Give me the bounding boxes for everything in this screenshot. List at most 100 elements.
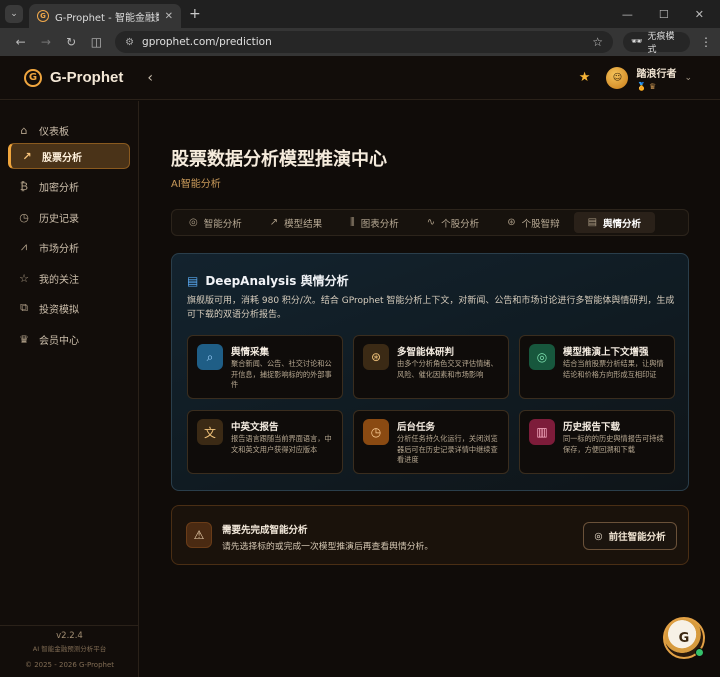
feature-card: ⊛ 多智能体研判 由多个分析角色交叉评估情绪、风险、催化因素和市场影响 — [353, 335, 509, 399]
newspaper-icon: ▤ — [587, 217, 598, 228]
reload-icon[interactable]: ↻ — [59, 35, 84, 49]
main-content: 股票数据分析模型推演中心 AI智能分析 ◎ 智能分析 ↗ 模型结果 ⫼ 图表分析 ∿ 个… — [139, 101, 720, 677]
browser-tab-bar: ⌄ G G-Prophet - 智能金融数据分析 ✕ + — ☐ ✕ — [0, 0, 720, 28]
feature-title: 中英文报告 — [231, 422, 279, 433]
window-close-icon[interactable]: ✕ — [695, 8, 704, 21]
collapse-sidebar-icon[interactable]: ‹ — [147, 70, 153, 86]
online-status-dot — [695, 648, 704, 657]
tab-search-icon[interactable]: ⌄ — [5, 5, 23, 23]
chart-icon: ⩘ — [20, 240, 28, 253]
address-bar: ← → ↻ ◫ ⚙ gprophet.com/prediction ☆ 🕶 无痕… — [0, 28, 720, 56]
feature-desc: 由多个分析角色交叉评估情绪、风险、催化因素和市场影响 — [397, 359, 498, 379]
minimize-icon[interactable]: — — [622, 8, 633, 21]
forward-icon[interactable]: → — [33, 35, 58, 49]
bar-chart-icon: ⫼ — [350, 217, 355, 228]
favorites-star-icon[interactable]: ★ — [579, 70, 591, 85]
tab-stock-analysis[interactable]: ∿ 个股分析 — [413, 212, 493, 233]
page-subtitle: AI智能分析 — [171, 179, 221, 190]
tab-model-results[interactable]: ↗ 模型结果 — [256, 212, 336, 233]
new-tab-icon[interactable]: + — [189, 6, 201, 22]
home-icon: ⌂ — [20, 123, 28, 137]
chevron-down-icon[interactable]: ⌄ — [684, 73, 692, 83]
tab-smart-analysis[interactable]: ◎ 智能分析 — [175, 212, 256, 233]
favicon-icon: G — [37, 10, 49, 22]
feature-desc: 报告语言跟随当前界面语言，中文和英文用户获得对应版本 — [231, 434, 332, 454]
copyright: © 2025 - 2026 G-Prophet — [24, 661, 115, 669]
sidebar-item-label: 股票分析 — [42, 152, 82, 164]
sidebar-item-history[interactable]: ◷ 历史记录 — [8, 204, 130, 230]
warning-icon: ⚠ — [186, 522, 212, 548]
translate-icon: 文 — [197, 419, 223, 445]
header-actions: ★ ☺ 踏浪行者 🏅 ♛ ⌄ — [579, 65, 692, 91]
button-label: 前往智能分析 — [608, 532, 666, 543]
tab-title: G-Prophet - 智能金融数据分析 — [55, 12, 159, 24]
user-badges-icon: 🏅 ♛ — [636, 81, 657, 91]
avatar: ☺ — [606, 66, 629, 89]
sidebar-item-label: 加密分析 — [39, 182, 79, 194]
tab-label: 个股分析 — [441, 218, 480, 230]
newspaper-icon: ▤ — [187, 273, 199, 288]
deep-analysis-card: ▤ DeepAnalysis 舆情分析 旗舰版可用，消耗 980 积分/次。结合… — [171, 253, 689, 491]
tab-label: 智能分析 — [203, 218, 242, 230]
sidebar-item-simulation[interactable]: ⧉ 投资模拟 — [8, 295, 130, 321]
clock-icon: ◷ — [363, 419, 389, 445]
url-field[interactable]: ⚙ gprophet.com/prediction ☆ — [115, 31, 614, 53]
sidebar-item-market-analysis[interactable]: ⩘ 市场分析 — [8, 234, 130, 260]
feature-title: 多智能体研判 — [397, 347, 455, 358]
incognito-label: 无痕模式 — [647, 32, 675, 55]
browser-menu-icon[interactable]: ⋮ — [700, 35, 712, 49]
deep-analysis-description: 旗舰版可用，消耗 980 积分/次。结合 GProphet 智能分析上下文，对新… — [187, 296, 675, 320]
bookmark-star-icon[interactable]: ☆ — [592, 35, 603, 49]
tab-sentiment-analysis[interactable]: ▤ 舆情分析 — [573, 212, 656, 233]
url-text: gprophet.com/prediction — [142, 36, 272, 48]
bitcoin-icon: ₿ — [19, 179, 29, 193]
sidebar-item-dashboard[interactable]: ⌂ 仪表板 — [8, 117, 130, 143]
tagline: AI 智能金融预测分析平台 — [32, 645, 107, 653]
sidebar-item-membership[interactable]: ♛ 会员中心 — [8, 326, 130, 352]
search-icon: ⌕ — [197, 344, 223, 370]
tab-label: 图表分析 — [360, 218, 399, 230]
briefcase-icon: ⧉ — [20, 301, 28, 314]
split-view-icon[interactable]: ◫ — [84, 35, 109, 49]
analysis-tabs: ◎ 智能分析 ↗ 模型结果 ⫼ 图表分析 ∿ 个股分析 ⊛ 个股智辩 ▤ 舆情分析 — [171, 209, 689, 236]
incognito-badge[interactable]: 🕶 无痕模式 — [623, 32, 691, 55]
target-icon: ◎ — [189, 217, 198, 228]
sidebar-item-watchlist[interactable]: ☆ 我的关注 — [8, 265, 130, 291]
browser-tab[interactable]: G G-Prophet - 智能金融数据分析 ✕ — [29, 4, 181, 28]
user-name: 踏浪行者 — [636, 68, 677, 80]
maximize-icon[interactable]: ☐ — [659, 8, 669, 21]
sidebar-item-crypto-analysis[interactable]: ₿ 加密分析 — [8, 173, 130, 199]
tab-chart-analysis[interactable]: ⫼ 图表分析 — [336, 212, 413, 233]
brain-icon: ⊛ — [363, 344, 389, 370]
brand-logo[interactable]: G G-Prophet — [24, 68, 123, 87]
page-title: 股票数据分析模型推演中心 — [171, 149, 387, 170]
crown-icon: ♛ — [19, 332, 29, 346]
sidebar-item-label: 市场分析 — [39, 243, 79, 255]
feature-desc: 分析任务持久化运行，关闭浏览器后可在历史记录详情中继续查看进度 — [397, 434, 498, 464]
deep-analysis-title: DeepAnalysis 舆情分析 — [205, 274, 349, 288]
tab-label: 舆情分析 — [603, 218, 642, 230]
target-icon: ◎ — [529, 344, 555, 370]
logo-icon: G — [24, 68, 42, 87]
pulse-icon: ∿ — [426, 217, 436, 228]
sidebar-footer: v2.2.4 AI 智能金融预测分析平台 © 2025 - 2026 G-Pro… — [0, 625, 139, 677]
user-menu[interactable]: ☺ 踏浪行者 🏅 ♛ ⌄ — [606, 65, 692, 91]
site-info-icon[interactable]: ⚙ — [125, 37, 134, 48]
user-info: 踏浪行者 🏅 ♛ — [636, 65, 676, 91]
sidebar: ⌂ 仪表板 ↗ 股票分析 ₿ 加密分析 ◷ 历史记录 ⩘ 市场分析 ☆ 我的关注… — [0, 101, 139, 677]
sidebar-item-label: 我的关注 — [39, 274, 79, 286]
feature-desc: 聚合新闻、公告、社交讨论和公开信息，捕捉影响标的的外部事件 — [231, 359, 332, 389]
sidebar-item-stock-analysis[interactable]: ↗ 股票分析 — [8, 143, 130, 169]
trend-icon: ↗ — [22, 149, 32, 163]
tab-label: 个股智辩 — [521, 218, 560, 230]
go-smart-analysis-button[interactable]: ◎ 前往智能分析 — [583, 522, 677, 550]
notice-title: 需要先完成智能分析 — [222, 525, 308, 536]
app-root: G G-Prophet ‹ ★ ☺ 踏浪行者 🏅 ♛ ⌄ ⌂ 仪表板 ↗ 股票分… — [0, 56, 720, 677]
prerequisite-notice: ⚠ 需要先完成智能分析 请先选择标的或完成一次模型推演后再查看舆情分析。 ◎ 前… — [171, 505, 689, 565]
close-icon[interactable]: ✕ — [165, 11, 173, 22]
feature-title: 舆情采集 — [231, 347, 270, 358]
feature-title: 历史报告下载 — [563, 422, 621, 433]
window-controls: — ☐ ✕ — [622, 8, 704, 21]
tab-stock-debate[interactable]: ⊛ 个股智辩 — [493, 212, 573, 233]
back-icon[interactable]: ← — [8, 35, 33, 49]
